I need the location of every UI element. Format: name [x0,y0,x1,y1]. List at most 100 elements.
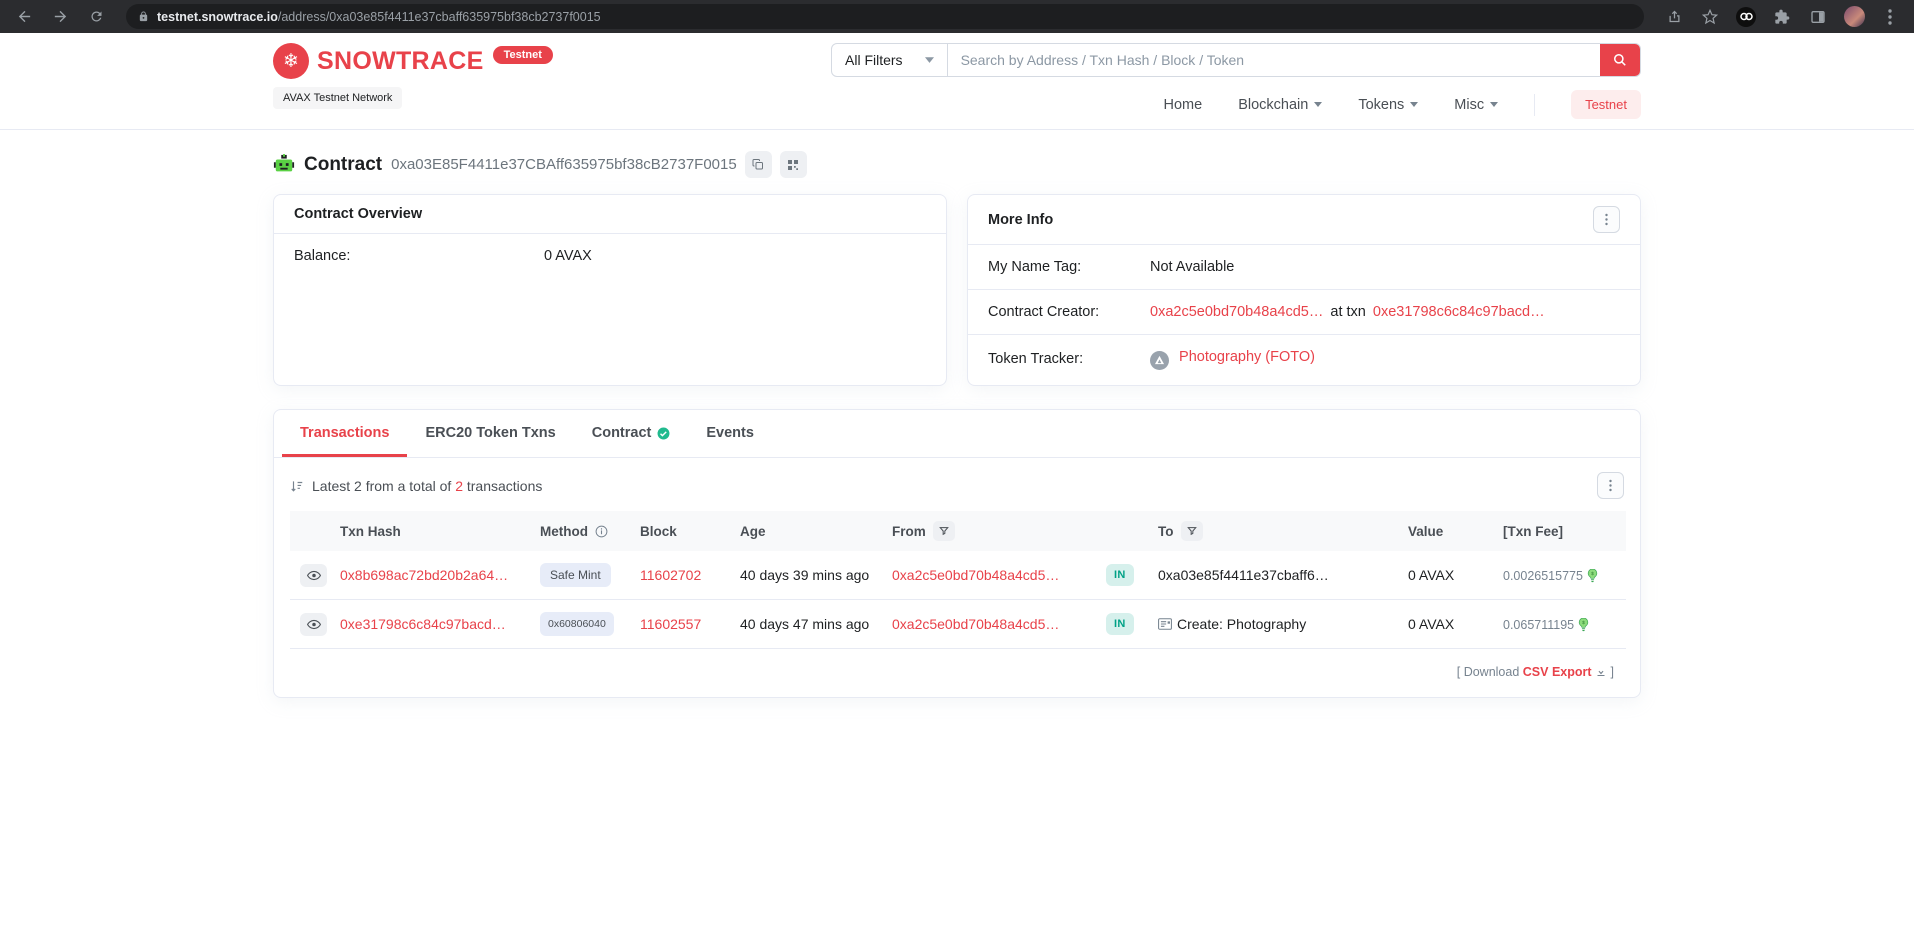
tx-preview-button[interactable] [300,613,327,636]
info-icon[interactable] [595,525,608,538]
logo-text: SNOWTRACE [317,47,484,76]
col-age[interactable]: Age [732,511,884,551]
creator-address-link[interactable]: 0xa2c5e0bd70b48a4cd5… [1150,304,1323,320]
tab-events[interactable]: Events [688,410,772,457]
more-info-menu-button[interactable] [1593,206,1620,233]
address-bar[interactable]: testnet.snowtrace.io/address/0xa03e85f44… [126,4,1644,29]
block-link[interactable]: 11602702 [640,567,701,583]
col-method: Method [532,511,632,551]
gas-bulb-icon[interactable]: $ [1587,569,1598,583]
from-filter-button[interactable] [933,521,955,541]
browser-profile-avatar[interactable] [1840,5,1868,29]
page-title-row: Contract 0xa03E85F4411e37CBAff635975bf38… [273,130,1641,194]
kebab-icon [1609,479,1612,492]
token-tracker-link[interactable]: Photography (FOTO) [1179,349,1315,365]
tx-total-count: 2 [455,478,463,494]
svg-text:$: $ [1591,571,1594,577]
tab-transactions[interactable]: Transactions [282,410,407,457]
verified-check-icon [657,427,670,440]
direction-badge: IN [1106,564,1134,586]
share-button[interactable] [1660,5,1688,29]
creator-txn-link[interactable]: 0xe31798c6c84c97bacd… [1373,304,1545,320]
to-filter-button[interactable] [1181,521,1203,541]
chevron-down-icon [1314,102,1322,107]
transactions-table: Txn Hash Method Block Age From To Value … [290,511,1626,649]
nav-testnet-button[interactable]: Testnet [1571,90,1641,119]
bookmark-star-button[interactable] [1696,5,1724,29]
tabs-bar: Transactions ERC20 Token Txns Contract E… [274,410,1640,458]
nav-blockchain[interactable]: Blockchain [1238,97,1322,113]
balance-label: Balance: [294,248,544,264]
tab-erc20-token-txns[interactable]: ERC20 Token Txns [407,410,573,457]
site-header: ❄ SNOWTRACE Testnet AVAX Testnet Network… [0,33,1914,130]
chevron-down-icon [1410,102,1418,107]
tab-contract[interactable]: Contract [574,410,689,457]
tx-row: 0x8b698ac72bd20b2a64… Safe Mint 11602702… [290,551,1626,600]
search-filter-dropdown[interactable]: All Filters [832,44,948,76]
at-txn-text: at txn [1330,304,1365,320]
col-direction [1098,511,1150,551]
tx-preview-button[interactable] [300,564,327,587]
sidebar-toggle-button[interactable] [1804,5,1832,29]
name-tag-label: My Name Tag: [988,259,1150,275]
value-cell: 0 AVAX [1400,600,1495,649]
chevron-down-icon [925,57,934,63]
more-info-card: More Info My Name Tag: Not Available Con… [967,194,1641,386]
direction-badge: IN [1106,613,1134,635]
url-host: testnet.snowtrace.io [157,10,278,24]
copy-address-button[interactable] [745,151,772,178]
tx-row: 0xe31798c6c84c97bacd… 0x60806040 1160255… [290,600,1626,649]
eye-icon [307,570,321,581]
extensions-puzzle-button[interactable] [1768,5,1796,29]
method-badge: Safe Mint [540,563,611,587]
network-label: AVAX Testnet Network [273,87,402,109]
browser-back-button[interactable] [10,5,38,29]
search-input[interactable] [948,44,1600,76]
contract-creation-icon [1158,618,1172,630]
overview-card-title: Contract Overview [294,206,422,222]
block-link[interactable]: 11602557 [640,616,701,632]
download-icon [1595,666,1607,678]
col-eye [290,511,332,551]
browser-toolbar: testnet.snowtrace.io/address/0xa03e85f44… [0,0,1914,33]
age-cell: 40 days 39 mins ago [732,551,884,600]
lock-icon [138,10,149,23]
col-to: To [1150,511,1400,551]
browser-reload-button[interactable] [82,5,110,29]
extension-owl-icon [1736,7,1756,27]
snowtrace-logo[interactable]: ❄ SNOWTRACE Testnet [273,43,553,79]
col-txn-fee: [Txn Fee] [1495,511,1626,551]
from-address-link[interactable]: 0xa2c5e0bd70b48a4cd5… [892,567,1059,583]
txn-hash-link[interactable]: 0xe31798c6c84c97bacd… [340,616,506,632]
qr-code-button[interactable] [780,151,807,178]
browser-menu-button[interactable] [1876,5,1904,29]
txn-fee: 0.065711195 [1503,618,1574,632]
method-badge: 0x60806040 [540,612,614,636]
qr-code-icon [787,159,799,171]
snowflake-icon: ❄ [273,43,309,79]
filter-dropdown-label: All Filters [845,52,903,68]
more-info-card-title: More Info [988,212,1053,228]
extension-avatar-button[interactable] [1732,5,1760,29]
col-from: From [884,511,1098,551]
nav-misc[interactable]: Misc [1454,97,1498,113]
gas-bulb-icon[interactable]: $ [1578,618,1589,632]
balance-value: 0 AVAX [544,248,592,264]
nav-home[interactable]: Home [1164,97,1203,113]
from-address-link[interactable]: 0xa2c5e0bd70b48a4cd5… [892,616,1059,632]
name-tag-value: Not Available [1150,259,1234,275]
nav-divider [1534,94,1535,116]
nav-tokens[interactable]: Tokens [1358,97,1418,113]
browser-forward-button[interactable] [46,5,74,29]
search-button[interactable] [1600,44,1640,76]
age-cell: 40 days 47 mins ago [732,600,884,649]
search-bar: All Filters [831,43,1641,77]
csv-export-row: [ Download CSV Export ] [290,649,1624,687]
to-create-contract: Create: Photography [1177,616,1306,632]
logo-testnet-badge: Testnet [493,46,553,64]
tx-options-button[interactable] [1597,472,1624,499]
filter-funnel-icon [939,526,949,536]
csv-export-link[interactable]: CSV Export [1523,665,1592,679]
txn-hash-link[interactable]: 0x8b698ac72bd20b2a64… [340,567,508,583]
col-txn-hash: Txn Hash [332,511,532,551]
